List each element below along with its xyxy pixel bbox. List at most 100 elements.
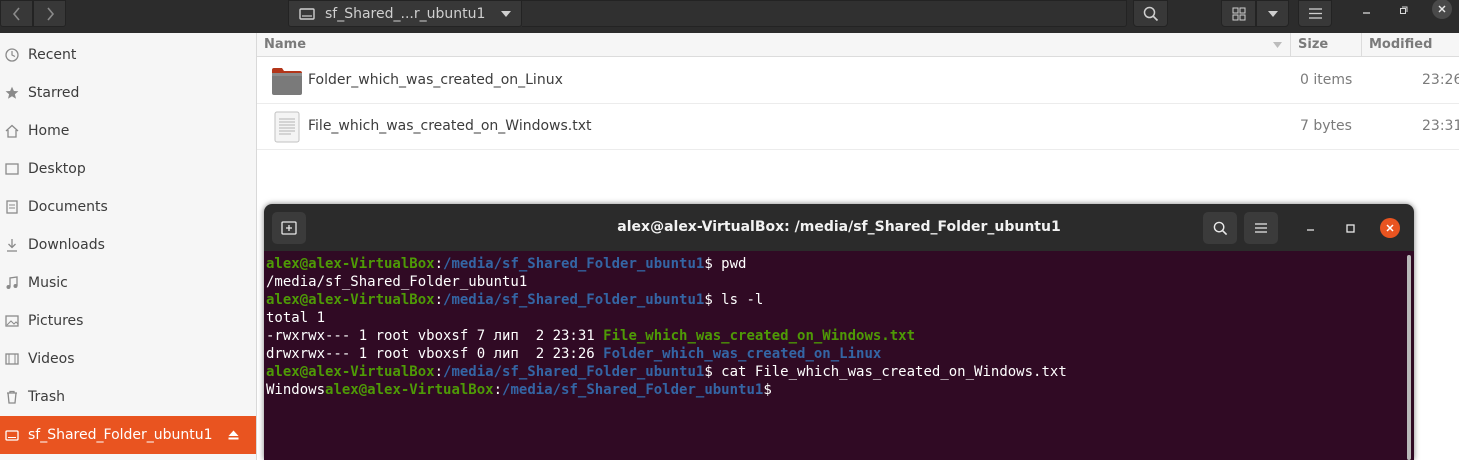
close-button[interactable] xyxy=(1432,0,1452,19)
back-button[interactable] xyxy=(0,0,33,27)
column-header: Name Size Modified xyxy=(257,33,1459,57)
sidebar-item-documents[interactable]: Documents xyxy=(0,188,256,226)
sidebar-item-label: Starred xyxy=(28,85,80,101)
sidebar-item-label: sf_Shared_Folder_ubuntu1 xyxy=(28,427,213,443)
sidebar-item-home[interactable]: Home xyxy=(0,112,256,150)
file-size: 0 items xyxy=(1300,72,1353,88)
close-icon xyxy=(1386,224,1394,232)
sidebar-item-label: Videos xyxy=(28,351,75,367)
terminal-line: alex@alex-VirtualBox:/media/sf_Shared_Fo… xyxy=(266,256,747,272)
search-icon xyxy=(1143,6,1158,21)
terminal-line: alex@alex-VirtualBox:/media/sf_Shared_Fo… xyxy=(266,292,764,308)
terminal-line: alex@alex-VirtualBox:/media/sf_Shared_Fo… xyxy=(266,364,1067,380)
search-icon xyxy=(1213,221,1227,235)
file-name: Folder_which_was_created_on_Linux xyxy=(308,72,563,88)
desktop-icon xyxy=(4,161,20,177)
folder-icon xyxy=(272,68,302,95)
sidebar-item-label: Recent xyxy=(28,47,77,63)
terminal-output[interactable]: alex@alex-VirtualBox:/media/sf_Shared_Fo… xyxy=(264,251,1414,460)
eject-button[interactable] xyxy=(228,430,239,440)
sidebar-item-label: Trash xyxy=(28,389,65,405)
maximize-icon xyxy=(1345,223,1355,233)
text-file-icon xyxy=(274,111,300,143)
terminal-scrollbar[interactable] xyxy=(1407,255,1411,460)
sidebar-item-recent[interactable]: Recent xyxy=(0,36,256,74)
chevron-down-icon xyxy=(1267,10,1278,17)
maximize-button[interactable] xyxy=(1393,0,1413,20)
files-headerbar: sf_Shared_...r_ubuntu1 xyxy=(0,0,1459,33)
path-bar-extension xyxy=(522,0,1127,27)
trash-icon xyxy=(4,389,20,405)
sidebar-item-label: Music xyxy=(28,275,68,291)
hamburger-icon xyxy=(1308,8,1322,19)
terminal-minimize-button[interactable] xyxy=(1300,218,1320,238)
file-row[interactable]: Folder_which_was_created_on_Linux 0 item… xyxy=(257,58,1459,104)
terminal-line: /media/sf_Shared_Folder_ubuntu1 xyxy=(266,274,528,290)
clock-icon xyxy=(4,47,20,63)
file-modified: 23:31 xyxy=(1422,118,1459,134)
music-icon xyxy=(4,275,20,291)
drive-icon xyxy=(4,427,20,443)
sidebar-item-label: Desktop xyxy=(28,161,86,177)
sidebar-item-label: Documents xyxy=(28,199,108,215)
sidebar-item-pictures[interactable]: Pictures xyxy=(0,302,256,340)
view-options-button[interactable] xyxy=(1256,0,1289,27)
terminal-line: -rwxrwx--- 1 root vboxsf 7 лип 2 23:31 F… xyxy=(266,328,916,344)
column-divider xyxy=(1361,33,1362,57)
minimize-button[interactable] xyxy=(1356,0,1376,20)
terminal-line: drwxrwx--- 1 root vboxsf 0 лип 2 23:26 F… xyxy=(266,346,882,362)
terminal-line: Windowsalex@alex-VirtualBox:/media/sf_Sh… xyxy=(266,382,781,398)
sidebar-item-trash[interactable]: Trash xyxy=(0,378,256,416)
minimize-icon xyxy=(1362,11,1370,14)
search-button[interactable] xyxy=(1133,0,1168,27)
close-icon xyxy=(1438,5,1446,13)
column-name[interactable]: Name xyxy=(264,37,306,52)
file-modified: 23:26 xyxy=(1422,72,1459,88)
terminal-title: alex@alex-VirtualBox: /media/sf_Shared_F… xyxy=(617,219,1061,235)
column-size[interactable]: Size xyxy=(1298,37,1328,52)
minimize-icon xyxy=(1306,228,1314,231)
view-grid-button[interactable] xyxy=(1221,0,1256,27)
sidebar-item-label: Downloads xyxy=(28,237,105,253)
terminal-search-button[interactable] xyxy=(1203,212,1237,244)
terminal-line: total 1 xyxy=(266,310,326,326)
column-divider xyxy=(1290,33,1291,57)
sidebar-item-music[interactable]: Music xyxy=(0,264,256,302)
eject-icon xyxy=(228,430,239,440)
sidebar-item-shared-folder[interactable]: sf_Shared_Folder_ubuntu1 xyxy=(0,416,256,454)
menu-button[interactable] xyxy=(1298,0,1332,27)
sidebar-item-label: Pictures xyxy=(28,313,84,329)
sidebar-item-downloads[interactable]: Downloads xyxy=(0,226,256,264)
videos-icon xyxy=(4,351,20,367)
terminal-close-button[interactable] xyxy=(1380,218,1400,238)
pictures-icon xyxy=(4,313,20,329)
sidebar-item-desktop[interactable]: Desktop xyxy=(0,150,256,188)
path-label: sf_Shared_...r_ubuntu1 xyxy=(325,5,486,22)
documents-icon xyxy=(4,199,20,215)
terminal-window: alex@alex-VirtualBox: /media/sf_Shared_F… xyxy=(264,204,1414,460)
sidebar: Recent Starred Home Desktop Documents Do… xyxy=(0,33,257,460)
sidebar-item-starred[interactable]: Starred xyxy=(0,74,256,112)
chevron-right-icon xyxy=(46,6,54,21)
home-icon xyxy=(4,123,20,139)
hamburger-icon xyxy=(1255,223,1267,233)
path-bar-button[interactable]: sf_Shared_...r_ubuntu1 xyxy=(288,0,522,27)
drive-icon xyxy=(299,7,315,20)
file-name: File_which_was_created_on_Windows.txt xyxy=(308,118,592,134)
terminal-maximize-button[interactable] xyxy=(1340,218,1360,238)
sidebar-item-label: Home xyxy=(28,123,70,139)
sort-arrow-icon[interactable] xyxy=(1273,42,1282,48)
forward-button[interactable] xyxy=(33,0,66,27)
terminal-menu-button[interactable] xyxy=(1244,212,1278,244)
file-size: 7 bytes xyxy=(1300,118,1352,134)
sidebar-item-videos[interactable]: Videos xyxy=(0,340,256,378)
chevron-left-icon xyxy=(12,6,20,21)
dropdown-arrow-icon xyxy=(501,10,511,17)
grid-view-icon xyxy=(1232,7,1245,20)
column-modified[interactable]: Modified xyxy=(1369,37,1432,52)
downloads-icon xyxy=(4,237,20,253)
terminal-titlebar: alex@alex-VirtualBox: /media/sf_Shared_F… xyxy=(264,204,1414,251)
restore-icon xyxy=(1399,6,1407,14)
star-icon xyxy=(4,85,20,101)
file-row[interactable]: File_which_was_created_on_Windows.txt 7 … xyxy=(257,104,1459,150)
